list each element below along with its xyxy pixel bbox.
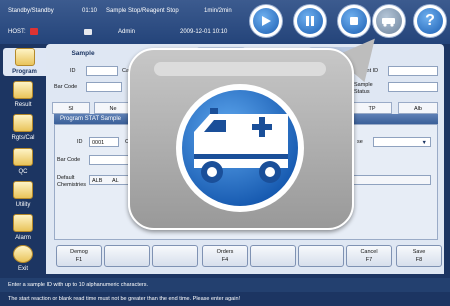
sample-type-select[interactable]: ▼ [373,137,431,147]
stop-info: Sample Stop/Reagent Stop [106,8,179,14]
sidebar-item-program[interactable]: Program [3,48,46,76]
barcode-label: Bar Code [54,84,78,90]
option-alb-button[interactable]: Alb [398,102,438,114]
fkey-f2-button[interactable] [104,245,150,267]
system-status: Standby/Standby [8,8,54,14]
qc-icon [13,148,33,166]
host-row: HOST: Admin 2009-12-01 10:10 [8,26,248,38]
sidebar: Program Result Rgts/Cal QC Utility Alarm… [0,44,46,274]
orders-button[interactable]: Orders F4 [202,245,248,267]
printer-icon [84,29,92,35]
fkey-f5-button[interactable] [250,245,296,267]
save-button[interactable]: Save F8 [396,245,442,267]
fkey-key: F4 [221,257,229,263]
fkey-f3-button[interactable] [152,245,198,267]
stat-barcode-input[interactable] [89,155,129,165]
sample-status-label: Sample Status [354,82,373,95]
fkey-label: Orders [216,249,234,255]
fkey-label: Cancel [360,249,378,255]
ambulance-icon [376,8,402,34]
chemistry-alb: ALB [92,178,103,184]
fkey-key: F7 [365,257,373,263]
sidebar-item-label: Rgts/Cal [11,135,35,141]
status-row: Standby/Standby 01:10 Sample Stop/Reagen… [8,5,248,17]
stat-id-input[interactable]: 0001 [89,137,119,147]
user-name: Admin [118,29,136,35]
result-icon [13,81,33,99]
message-line-1: Enter a sample ID with up to 10 alphanum… [0,278,450,292]
fkey-f6-button[interactable] [298,245,344,267]
status-time: 01:10 [82,8,98,14]
sample-id-input[interactable] [86,66,118,76]
chevron-down-icon: ▼ [421,140,427,146]
stat-id-label: ID [77,139,83,145]
sample-status-field [388,82,438,92]
demog-button[interactable]: Demog F1 [56,245,102,267]
sidebar-item-label: Alarm [15,235,31,241]
large-stat-button [176,84,304,212]
patient-id-input[interactable] [388,66,438,76]
id-label: ID [70,68,76,74]
sidebar-item-label: Result [14,102,32,108]
app-window: Standby/Standby 01:10 Sample Stop/Reagen… [0,0,450,306]
host-label: HOST: [8,29,26,35]
pause-button[interactable] [294,5,326,37]
option-si-button[interactable]: SI [52,102,90,114]
play-icon [253,8,279,34]
chemistry-al: AL [111,178,119,184]
option-ne-button[interactable]: Ne [94,102,132,114]
sidebar-item-label: Program [12,69,37,75]
sidebar-item-label: QC [18,169,28,175]
help-icon: ? [425,12,435,29]
alarm-icon [13,214,33,232]
sidebar-item-utility[interactable]: Utility [5,181,41,209]
fkey-key: F1 [75,257,83,263]
sidebar-item-rgts-cal[interactable]: Rgts/Cal [5,114,41,142]
sidebar-item-label: Utility [15,202,31,208]
sidebar-item-exit[interactable]: Exit [5,245,41,273]
date-time: 2009-12-01 10:10 [180,29,228,35]
default-chemistries-label: Default Chemistries [57,175,87,188]
sidebar-item-alarm[interactable]: Alarm [5,214,41,242]
utility-icon [13,181,33,199]
barcode-input[interactable] [86,82,122,92]
fkey-label: Save [412,249,426,255]
host-status-icon [30,28,38,35]
cancel-button[interactable]: Cancel F7 [346,245,392,267]
exit-icon [13,245,33,263]
stat-barcode-label: Bar Code [57,157,81,163]
help-button[interactable]: ? [414,5,446,37]
sidebar-item-label: Exit [17,266,28,272]
sample-type-label: se [357,139,363,145]
status-header: Standby/Standby 01:10 Sample Stop/Reagen… [0,0,450,44]
pause-icon [297,8,323,34]
tab-sample[interactable]: Sample [52,47,114,61]
run-button[interactable] [250,5,282,37]
fkey-label: Demog [70,249,88,255]
stat-button-callout [128,48,354,230]
fkey-key: F8 [415,257,423,263]
stat-button[interactable] [373,5,405,37]
option-tp-button[interactable]: TP [352,102,392,114]
remaining-time: 1min/2min [204,8,232,14]
message-line-2: The start reaction or blank read time mu… [0,292,450,306]
sidebar-item-result[interactable]: Result [5,81,41,109]
sidebar-item-qc[interactable]: QC [5,148,41,176]
program-icon [14,48,35,66]
reagent-icon [13,114,33,132]
callout-highlight [154,62,326,76]
